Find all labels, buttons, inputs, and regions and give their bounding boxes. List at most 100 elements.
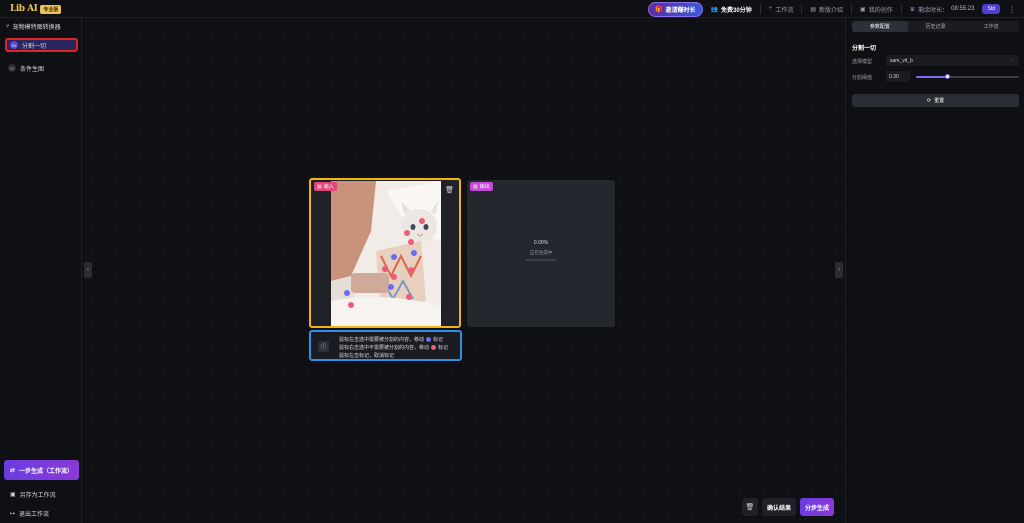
more-icon[interactable]: ⋮ bbox=[1008, 5, 1016, 14]
works-icon: ▣ bbox=[860, 6, 866, 13]
hint-line-3: 鼠标左击标记，取消标记 bbox=[339, 352, 394, 359]
progress-bar bbox=[525, 259, 557, 261]
divider bbox=[801, 4, 803, 14]
sidebar-item-label: 条件生图 bbox=[20, 66, 45, 73]
slider-fill bbox=[916, 76, 947, 78]
hint-text: 鼠标左击标记，取消标记 bbox=[339, 353, 395, 359]
hint-text: 鼠标右击选中不需要被分割的内容，移动 bbox=[339, 345, 430, 351]
app-logo[interactable]: Lib AI 专业版 bbox=[10, 2, 62, 16]
sidebar-item-conditional-gen[interactable]: 02 条件生图 bbox=[5, 61, 78, 75]
sidebar-item-label: 分割一切 bbox=[22, 43, 47, 50]
save-icon: ▣ bbox=[10, 492, 16, 498]
right-panel: 参数配置 历史记录 工作流 分割一切 选择模型 sam_vit_b ✓ 分割阈值… bbox=[845, 18, 1024, 523]
blue-dot-icon bbox=[426, 337, 432, 342]
output-tag-label: 输出 bbox=[479, 184, 490, 190]
output-tag: ▧ 输出 bbox=[470, 182, 493, 191]
hint-text: 标记 bbox=[433, 337, 444, 343]
cat-image bbox=[331, 181, 441, 326]
divider bbox=[851, 4, 853, 14]
input-tag-label: 输入 bbox=[323, 184, 334, 190]
collapse-right-icon[interactable]: › bbox=[835, 262, 843, 278]
workflow-icon: ⑂ bbox=[768, 6, 773, 12]
free-time-button[interactable]: 👥 免费30分钟 bbox=[711, 5, 752, 14]
step-number: 02 bbox=[8, 64, 16, 72]
users-icon: 👥 bbox=[710, 6, 719, 13]
red-dot-icon bbox=[431, 345, 437, 350]
reset-label: 重置 bbox=[934, 98, 945, 104]
info-icon: ⓘ bbox=[318, 341, 329, 352]
workflow-icon: ⑂ bbox=[6, 23, 10, 30]
tab-workflow[interactable]: 工作流 bbox=[963, 21, 1019, 32]
exit-icon: ↦ bbox=[10, 511, 16, 517]
clear-icon[interactable]: 🗑 bbox=[741, 498, 758, 516]
new-intro-label: 新版介绍 bbox=[819, 7, 844, 14]
plan-button[interactable]: Std bbox=[982, 4, 1000, 14]
hint-box: ⓘ 鼠标左击选中需要被分割的内容，移动 标记 鼠标右击选中不需要被分割的内容，移… bbox=[309, 330, 462, 361]
invite-label: 邀请赚时长 bbox=[665, 7, 696, 14]
threshold-input[interactable]: 0.30 bbox=[886, 71, 910, 82]
my-works-label: 我的创作 bbox=[868, 7, 893, 14]
tab-history[interactable]: 历史记录 bbox=[908, 21, 964, 32]
my-works-link[interactable]: ▣ 我的创作 bbox=[860, 5, 893, 14]
one-step-generate-button[interactable]: ⇄ 一步生成（工作流） bbox=[4, 460, 79, 480]
slider-handle[interactable] bbox=[944, 74, 950, 79]
gift-icon: 🎁 bbox=[655, 6, 663, 13]
refresh-icon: ⟳ bbox=[926, 97, 932, 104]
trash-icon[interactable]: 🗑 bbox=[445, 186, 454, 194]
workflow-title: ⑂ 宠物模特图转换器 bbox=[6, 22, 61, 32]
model-label: 选择模型 bbox=[852, 59, 873, 65]
exit-workflow-label: 退出工作流 bbox=[19, 512, 50, 518]
hint-line-1: 鼠标左击选中需要被分割的内容，移动 标记 bbox=[339, 336, 443, 343]
pro-badge: 专业版 bbox=[40, 4, 62, 14]
workflow-title-text: 宠物模特图转换器 bbox=[12, 25, 61, 31]
one-step-label: 一步生成（工作流） bbox=[19, 468, 74, 475]
canvas-area[interactable] bbox=[83, 18, 845, 523]
bottom-actions: 🗑 确认结果 分步生成 bbox=[741, 498, 834, 516]
step-number: 01 bbox=[10, 41, 18, 49]
remaining-time: ♛ 剩余时长： 08:55:23 bbox=[910, 5, 975, 14]
input-card[interactable]: ▧ 输入 🗑 bbox=[309, 178, 461, 328]
workflow-label: 工作流 bbox=[775, 7, 794, 14]
right-tabs: 参数配置 历史记录 工作流 bbox=[852, 21, 1019, 32]
progress-status: 正在生成中 bbox=[529, 250, 553, 255]
section-title: 分割一切 bbox=[852, 46, 877, 52]
image-icon: ▧ bbox=[473, 183, 478, 190]
top-right-group: 🎁 邀请赚时长 👥 免费30分钟 ⑂ 工作流 ▤ 新版介绍 ▣ 我的创作 ♛ 剩… bbox=[648, 1, 1016, 17]
collapse-left-icon[interactable]: ‹ bbox=[84, 262, 92, 278]
workflow-link[interactable]: ⑂ 工作流 bbox=[769, 5, 794, 14]
new-intro-link[interactable]: ▤ 新版介绍 bbox=[810, 5, 843, 14]
progress-percent: 0.00% bbox=[533, 240, 549, 246]
save-as-workflow-button[interactable]: ▣ 另存为工作流 bbox=[10, 490, 56, 499]
model-select[interactable]: sam_vit_b ✓ bbox=[886, 55, 1019, 66]
output-card: ▧ 输出 0.00% 正在生成中 bbox=[467, 180, 615, 327]
remaining-value: 08:55:23 bbox=[951, 6, 975, 12]
model-value: sam_vit_b bbox=[890, 57, 913, 64]
logo-mark: Lib AI bbox=[10, 4, 38, 14]
divider bbox=[759, 4, 761, 14]
doc-icon: ▤ bbox=[810, 6, 817, 13]
exit-workflow-button[interactable]: ↦ 退出工作流 bbox=[10, 509, 49, 518]
sidebar-item-segment-all[interactable]: 01 分割一切 bbox=[5, 38, 78, 52]
threshold-slider[interactable] bbox=[916, 74, 1019, 79]
free-label: 免费30分钟 bbox=[721, 7, 752, 14]
save-workflow-label: 另存为工作流 bbox=[19, 493, 56, 499]
tab-params[interactable]: 参数配置 bbox=[852, 21, 908, 32]
input-tag: ▧ 输入 bbox=[314, 182, 337, 191]
crown-icon: ♛ bbox=[909, 6, 916, 13]
confirm-result-button[interactable]: 确认结果 bbox=[761, 498, 796, 516]
threshold-label: 分割阈值 bbox=[852, 75, 873, 81]
top-bar: Lib AI 专业版 🎁 邀请赚时长 👥 免费30分钟 ⑂ 工作流 ▤ 新版介绍… bbox=[0, 0, 1024, 18]
hint-text: 鼠标左击选中需要被分割的内容，移动 bbox=[339, 337, 425, 343]
divider bbox=[900, 4, 902, 14]
invite-button[interactable]: 🎁 邀请赚时长 bbox=[648, 1, 703, 17]
reset-button[interactable]: ⟳ 重置 bbox=[852, 94, 1019, 107]
step-generate-button[interactable]: 分步生成 bbox=[799, 498, 834, 516]
hint-line-2: 鼠标右击选中不需要被分割的内容，移动 标记 bbox=[339, 344, 448, 351]
image-icon: ▧ bbox=[317, 183, 322, 190]
left-sidebar: ⑂ 宠物模特图转换器 01 分割一切 02 条件生图 ⇄ 一步生成（工作流） ▣… bbox=[0, 18, 82, 523]
cat-photo[interactable] bbox=[331, 181, 441, 326]
remaining-label: 剩余时长： bbox=[918, 7, 949, 14]
swap-icon: ⇄ bbox=[10, 467, 16, 474]
hint-text: 标记 bbox=[438, 345, 449, 351]
check-icon: ✓ bbox=[1009, 57, 1014, 64]
